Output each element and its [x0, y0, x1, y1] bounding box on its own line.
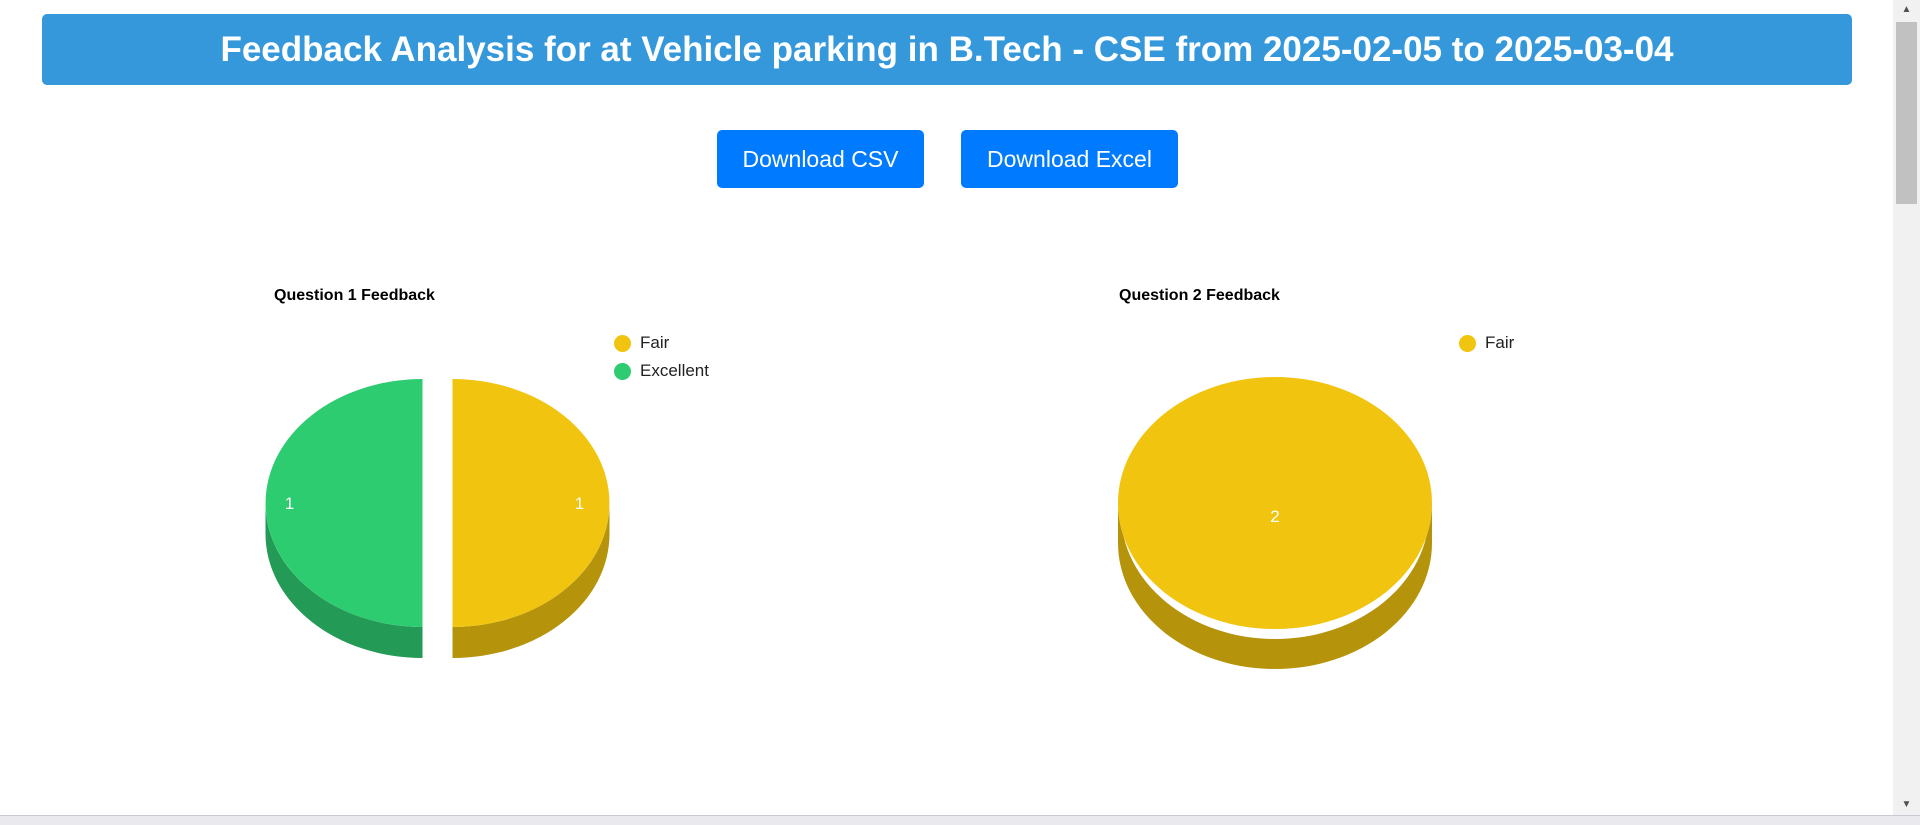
- page: Feedback Analysis for at Vehicle parking…: [0, 0, 1920, 825]
- pie-slice-fair[interactable]: [1118, 377, 1432, 629]
- window-bottom-edge: [0, 815, 1920, 825]
- data-label-fair: 1: [575, 494, 584, 513]
- chart-2-pie: 2: [1118, 377, 1432, 669]
- scroll-thumb[interactable]: [1896, 22, 1917, 204]
- scroll-up-icon[interactable]: ▲: [1893, 0, 1920, 20]
- vertical-scrollbar[interactable]: ▲ ▼: [1893, 0, 1920, 815]
- data-label-excellent: 1: [285, 494, 294, 513]
- scroll-down-icon[interactable]: ▼: [1893, 795, 1920, 815]
- chart-1-pie: 1 1: [265, 379, 610, 658]
- data-label-fair: 2: [1270, 507, 1279, 526]
- charts-canvas: 1 1 2: [265, 377, 1432, 669]
